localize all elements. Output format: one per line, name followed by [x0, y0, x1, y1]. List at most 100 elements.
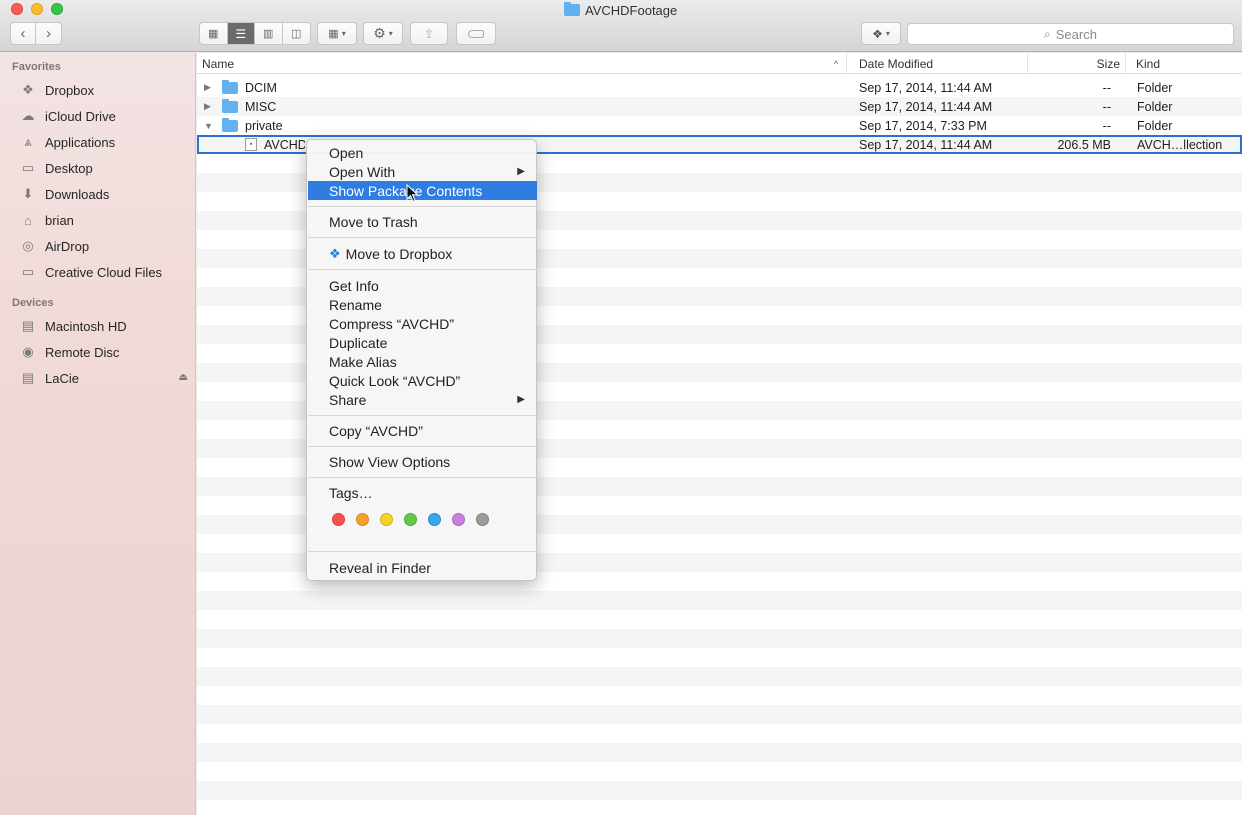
navigation-buttons: ‹ › [10, 22, 62, 45]
menu-item-rename[interactable]: Rename [308, 295, 537, 314]
menu-item-make-alias[interactable]: Make Alias [308, 352, 537, 371]
menu-item-tags[interactable]: Tags… [308, 483, 537, 502]
row-date: Sep 17, 2014, 11:44 AM [859, 80, 993, 95]
sidebar-item-label: Downloads [45, 186, 110, 202]
tag-color-blue[interactable] [428, 513, 441, 526]
mouse-pointer-icon [406, 184, 419, 203]
chevron-left-icon: ‹ [20, 25, 26, 42]
action-button[interactable]: ⚙ ▾ [363, 22, 403, 45]
table-row[interactable]: ▼ private Sep 17, 2014, 7:33 PM -- Folde… [197, 116, 1242, 135]
menu-item-show-package-contents[interactable]: Show Package Contents [308, 181, 537, 200]
row-name: ▪ AVCHD [245, 135, 305, 154]
column-header-kind-label: Kind [1136, 56, 1161, 71]
empty-row-stripe [197, 629, 1242, 648]
back-button[interactable]: ‹ [11, 23, 37, 44]
row-date: Sep 17, 2014, 11:44 AM [859, 99, 993, 114]
dropbox-toolbar-button[interactable]: ❖ ▾ [861, 22, 901, 45]
sidebar-item-downloads[interactable]: ⬇ Downloads [19, 183, 194, 205]
search-placeholder: Search [1055, 26, 1097, 42]
tag-color-red[interactable] [332, 513, 345, 526]
arrange-button[interactable]: ▦ ▾ [317, 22, 357, 45]
menu-item-move-to-dropbox[interactable]: ❖ Move to Dropbox [308, 244, 537, 263]
column-header-name[interactable]: Name ^ [197, 53, 847, 74]
folder-icon [222, 79, 238, 94]
sidebar-item-label: brian [45, 212, 74, 228]
menu-item-show-view-options[interactable]: Show View Options [308, 452, 537, 471]
list-view-button[interactable]: ☰ [227, 23, 255, 44]
menu-item-compress[interactable]: Compress “AVCHD” [308, 314, 537, 333]
tag-color-gray[interactable] [476, 513, 489, 526]
row-kind: Folder [1137, 118, 1173, 133]
sidebar-item-airdrop[interactable]: ◎ AirDrop [19, 235, 194, 257]
disclosure-triangle-collapsed-icon[interactable]: ▶ [204, 78, 211, 97]
folder-icon: ▭ [21, 264, 35, 279]
table-row[interactable]: ▶ DCIM Sep 17, 2014, 11:44 AM -- Folder [197, 78, 1242, 97]
sidebar-item-brian[interactable]: ⌂ brian [19, 209, 194, 231]
menu-item-reveal-in-finder[interactable]: Reveal in Finder [308, 558, 537, 577]
tag-icon [468, 29, 484, 38]
zoom-window-button[interactable] [51, 3, 63, 15]
search-field[interactable]: ⌕ Search [907, 23, 1234, 45]
sidebar-item-lacie[interactable]: ▤ LaCie ⏏ [19, 367, 194, 389]
sidebar-section-devices: Devices [12, 297, 54, 309]
window-title: AVCHDFootage [564, 1, 677, 19]
row-size: -- [1102, 99, 1111, 114]
row-kind: Folder [1137, 99, 1173, 114]
cloud-icon: ☁ [21, 108, 35, 123]
row-size: 206.5 MB [1057, 137, 1111, 152]
tag-color-purple[interactable] [452, 513, 465, 526]
menu-item-move-to-trash[interactable]: Move to Trash [308, 212, 537, 231]
submenu-arrow-icon: ▶ [517, 166, 525, 177]
empty-row-stripe [197, 667, 1242, 686]
sidebar-item-dropbox[interactable]: ❖ Dropbox [19, 79, 194, 101]
disclosure-triangle-expanded-icon[interactable]: ▼ [204, 116, 213, 135]
column-header-name-label: Name [202, 56, 235, 71]
sidebar-item-desktop[interactable]: ▭ Desktop [19, 157, 194, 179]
sidebar-item-icloud-drive[interactable]: ☁ iCloud Drive [19, 105, 194, 127]
menu-item-label: Share [329, 391, 367, 408]
table-row[interactable]: ▶ MISC Sep 17, 2014, 11:44 AM -- Folder [197, 97, 1242, 116]
sidebar-item-macintosh-hd[interactable]: ▤ Macintosh HD [19, 315, 194, 337]
icon-view-button[interactable]: ▦ [200, 23, 228, 44]
applications-icon: ⩓ [24, 134, 32, 149]
menu-item-get-info[interactable]: Get Info [308, 276, 537, 295]
menu-item-label: Move to Dropbox [345, 245, 453, 262]
row-size: -- [1102, 118, 1111, 133]
menu-item-duplicate[interactable]: Duplicate [308, 333, 537, 352]
column-view-button[interactable]: ▥ [255, 23, 283, 44]
disclosure-triangle-collapsed-icon[interactable]: ▶ [204, 97, 211, 116]
menu-item-open-with[interactable]: Open With ▶ [308, 162, 537, 181]
menu-item-open[interactable]: Open [308, 143, 537, 162]
cover-flow-button[interactable]: ◫ [283, 23, 310, 44]
tags-button[interactable] [456, 22, 496, 45]
column-header-size[interactable]: Size [1028, 53, 1126, 74]
toolbar: AVCHDFootage ‹ › ▦ ☰ ▥ ◫ ▦▾ ⚙▾ ⇪ ❖▾ ⌕ [0, 0, 1242, 52]
chevron-right-icon: › [46, 25, 51, 42]
row-name-text: private [245, 118, 283, 133]
arrange-grid-icon: ▦ [328, 28, 339, 40]
column-header-date-modified[interactable]: Date Modified [854, 53, 1028, 74]
tag-color-yellow[interactable] [380, 513, 393, 526]
minimize-window-button[interactable] [31, 3, 43, 15]
sidebar-item-label: Remote Disc [45, 344, 120, 360]
share-button[interactable]: ⇪ [410, 22, 448, 45]
folder-icon [222, 98, 238, 113]
hard-drive-icon: ▤ [21, 318, 35, 333]
search-icon: ⌕ [1044, 26, 1051, 41]
menu-item-copy[interactable]: Copy “AVCHD” [308, 421, 537, 440]
menu-item-quick-look[interactable]: Quick Look “AVCHD” [308, 371, 537, 390]
close-window-button[interactable] [11, 3, 23, 15]
tag-color-orange[interactable] [356, 513, 369, 526]
menu-item-share[interactable]: Share ▶ [308, 390, 537, 409]
empty-row-stripe [197, 743, 1242, 762]
airdrop-icon: ◎ [22, 238, 34, 253]
forward-button[interactable]: › [36, 23, 61, 44]
eject-icon[interactable]: ⏏ [179, 372, 188, 383]
share-icon: ⇪ [423, 26, 435, 41]
sidebar-item-remote-disc[interactable]: ◉ Remote Disc [19, 341, 194, 363]
sidebar-item-applications[interactable]: ⩓ Applications [19, 131, 194, 153]
row-name-text: DCIM [245, 80, 277, 95]
column-header-kind[interactable]: Kind [1131, 53, 1241, 74]
sidebar-item-creative-cloud-files[interactable]: ▭ Creative Cloud Files [19, 261, 194, 283]
tag-color-green[interactable] [404, 513, 417, 526]
